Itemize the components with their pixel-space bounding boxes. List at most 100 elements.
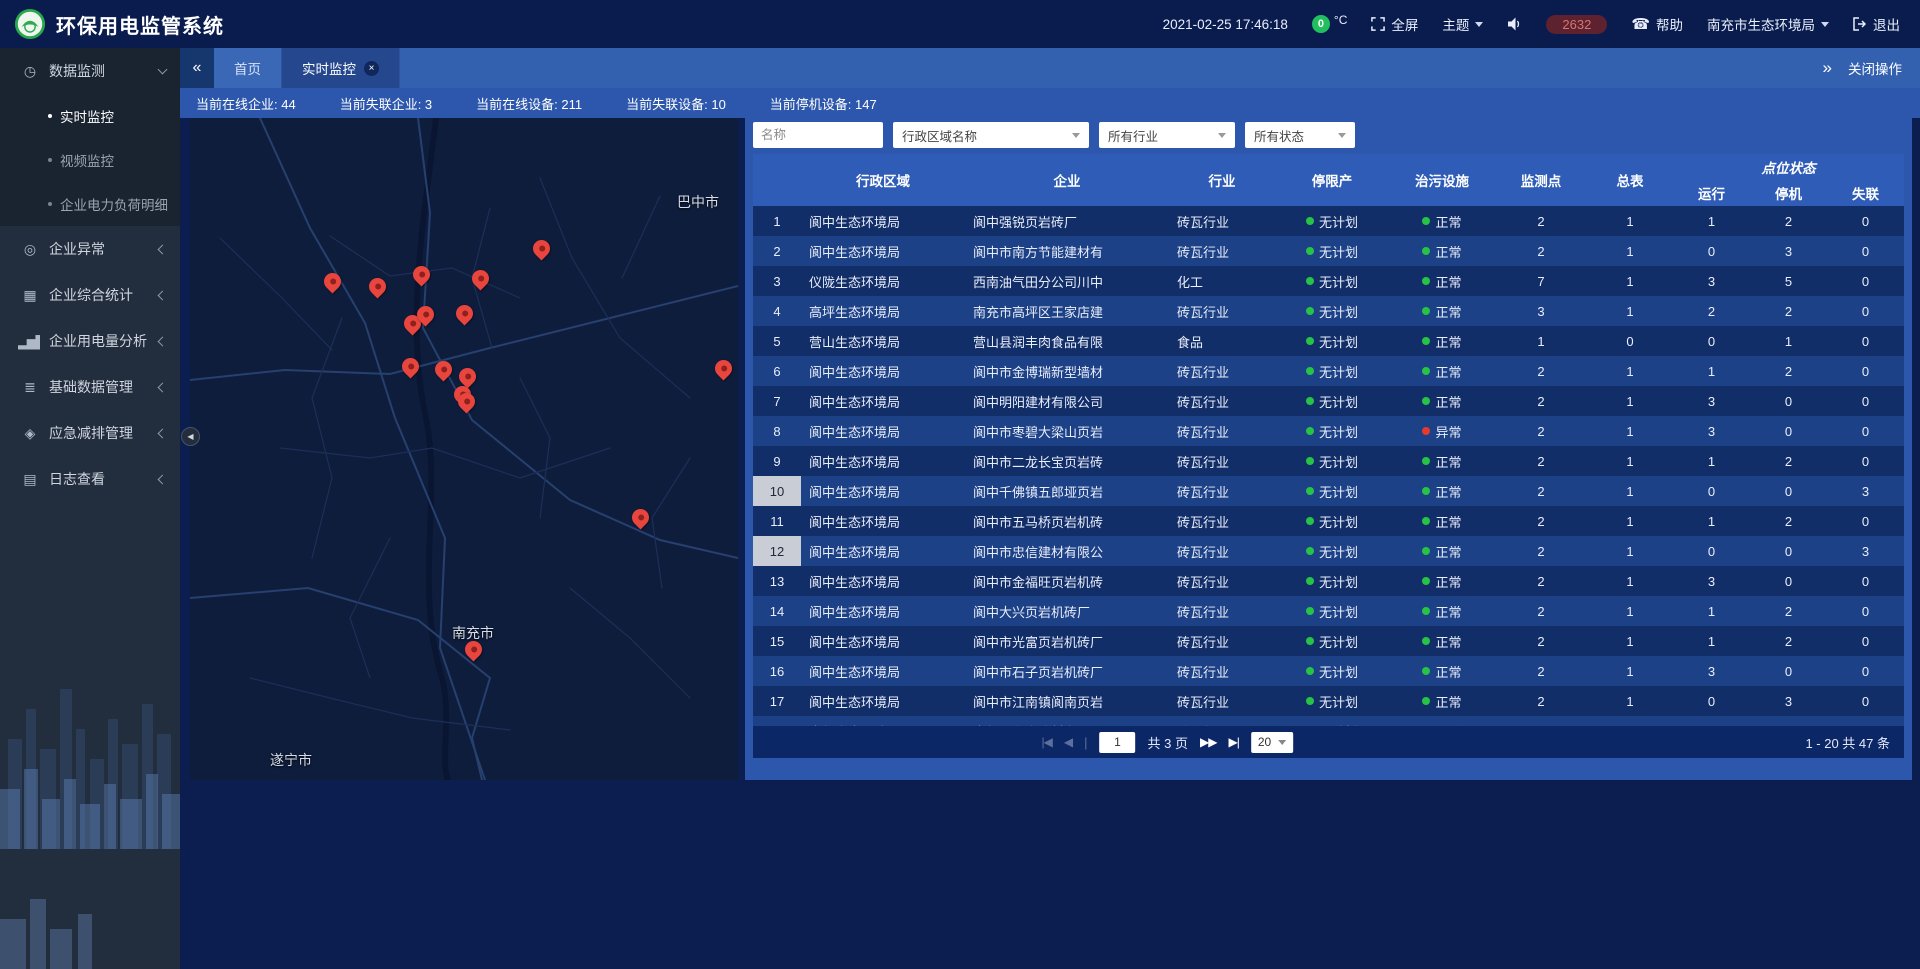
cell-running: 2 bbox=[1673, 296, 1750, 326]
fullscreen-button[interactable]: 全屏 bbox=[1371, 14, 1418, 34]
cell-offline: 0 bbox=[1827, 296, 1904, 326]
prev-page-button[interactable]: ◀ bbox=[1064, 735, 1072, 749]
cell-offline: 3 bbox=[1827, 536, 1904, 566]
table-row-15[interactable]: 15阆中生态环境局阆中市光富页岩机砖厂砖瓦行业无计划正常21120 bbox=[753, 626, 1904, 656]
tab-home[interactable]: 首页 bbox=[214, 48, 282, 88]
cell-industry: 砖瓦行业 bbox=[1169, 446, 1275, 476]
page-size-select[interactable]: 20 bbox=[1251, 732, 1293, 753]
theme-dropdown[interactable]: 主题 bbox=[1442, 14, 1483, 34]
bullet-icon bbox=[48, 158, 52, 162]
sidebar: ◷数据监测实时监控视频监控企业电力负荷明细◎企业异常▦企业综合统计▂▅▇企业用电… bbox=[0, 48, 180, 969]
cell-company: 阆中大兴页岩机砖厂 bbox=[965, 596, 1169, 626]
cell-industry: 砖瓦行业 bbox=[1169, 386, 1275, 416]
sidebar-item-5[interactable]: ◈应急减排管理 bbox=[0, 410, 180, 456]
cell-running: 3 bbox=[1673, 416, 1750, 446]
cell-limit: 无计划 bbox=[1275, 716, 1389, 726]
fullscreen-label: 全屏 bbox=[1391, 14, 1418, 34]
first-page-button[interactable]: |◀ bbox=[1042, 735, 1052, 749]
org-dropdown[interactable]: 南充市生态环境局 bbox=[1707, 14, 1829, 34]
last-page-button[interactable]: ▶| bbox=[1228, 735, 1238, 749]
cell-company: 阆中市二龙长宝页岩砖 bbox=[965, 446, 1169, 476]
table-row-14[interactable]: 14阆中生态环境局阆中大兴页岩机砖厂砖瓦行业无计划正常21120 bbox=[753, 596, 1904, 626]
table-row-4[interactable]: 4高坪生态环境局南充市高坪区王家店建砖瓦行业无计划正常31220 bbox=[753, 296, 1904, 326]
top-header: 环保用电监管系统 2021-02-25 17:46:18 0 °C 全屏 主题 bbox=[0, 0, 1920, 48]
sidebar-subitem-0-2[interactable]: 企业电力负荷明细 bbox=[0, 182, 180, 226]
sidebar-item-6[interactable]: ▤日志查看 bbox=[0, 456, 180, 502]
cell-stopped: 0 bbox=[1750, 476, 1827, 506]
cell-running: 1 bbox=[1673, 206, 1750, 236]
cell-company: 南充市高坪区王家店建 bbox=[965, 296, 1169, 326]
help-button[interactable]: ☎ 帮助 bbox=[1631, 14, 1683, 34]
alarm-count-badge[interactable]: 2632 bbox=[1546, 15, 1607, 34]
cell-points: 2 bbox=[1495, 626, 1587, 656]
chevron-down-icon bbox=[1475, 22, 1483, 27]
table-row-9[interactable]: 9阆中生态环境局阆中市二龙长宝页岩砖砖瓦行业无计划正常21120 bbox=[753, 446, 1904, 476]
header-points: 监测点 bbox=[1495, 154, 1587, 206]
industry-filter-select[interactable]: 所有行业 bbox=[1099, 122, 1235, 148]
table-row-16[interactable]: 16阆中生态环境局阆中市石子页岩机砖厂砖瓦行业无计划正常21300 bbox=[753, 656, 1904, 686]
table-row-11[interactable]: 11阆中生态环境局阆中市五马桥页岩机砖砖瓦行业无计划正常21120 bbox=[753, 506, 1904, 536]
cell-industry: 砖瓦行业 bbox=[1169, 356, 1275, 386]
alarm-speaker-button[interactable] bbox=[1507, 17, 1522, 31]
sidebar-item-2[interactable]: ▦企业综合统计 bbox=[0, 272, 180, 318]
page-number-input[interactable] bbox=[1100, 732, 1136, 753]
sidebar-subitem-0-1[interactable]: 视频监控 bbox=[0, 138, 180, 182]
tab-realtime-label: 实时监控 bbox=[302, 58, 356, 78]
row-index: 1 bbox=[753, 206, 801, 236]
cell-points: 2 bbox=[1495, 596, 1587, 626]
status-filter-select[interactable]: 所有状态 bbox=[1245, 122, 1355, 148]
table-row-13[interactable]: 13阆中生态环境局阆中市金福旺页岩机砖砖瓦行业无计划正常21300 bbox=[753, 566, 1904, 596]
sidebar-item-4[interactable]: ≣基础数据管理 bbox=[0, 364, 180, 410]
tab-bar: « 首页 实时监控 × » 关闭操作 bbox=[180, 48, 1920, 88]
region-filter-select[interactable]: 行政区域名称 bbox=[893, 122, 1089, 148]
chevron-down-icon bbox=[158, 64, 168, 74]
cell-region: 阆中生态环境局 bbox=[801, 206, 965, 236]
cell-company: 西南油气田分公司川中 bbox=[965, 266, 1169, 296]
name-filter-input[interactable] bbox=[753, 122, 883, 148]
cell-meter: 0 bbox=[1587, 326, 1673, 356]
status-dot-green bbox=[1306, 307, 1314, 315]
sidebar-item-1[interactable]: ◎企业异常 bbox=[0, 226, 180, 272]
cell-stopped: 3 bbox=[1750, 686, 1827, 716]
status-dot-green bbox=[1306, 457, 1314, 465]
sidebar-item-3[interactable]: ▂▅▇企业用电量分析 bbox=[0, 318, 180, 364]
cell-meter: 1 bbox=[1587, 356, 1673, 386]
cell-running: 0 bbox=[1673, 236, 1750, 266]
cell-running: 1 bbox=[1673, 506, 1750, 536]
cell-company: 阆中市金福旺页岩机砖 bbox=[965, 566, 1169, 596]
cell-offline: 0 bbox=[1827, 446, 1904, 476]
tabs-scroll-right-button[interactable]: » bbox=[1823, 58, 1832, 78]
table-row-10[interactable]: 10阆中生态环境局阆中千佛镇五郎垭页岩砖瓦行业无计划正常21003 bbox=[753, 476, 1904, 506]
row-index: 7 bbox=[753, 386, 801, 416]
cell-offline: 0 bbox=[1827, 326, 1904, 356]
cell-stopped: 3 bbox=[1750, 236, 1827, 266]
logout-icon bbox=[1853, 17, 1867, 31]
collapse-map-button[interactable]: ◀ bbox=[181, 427, 200, 446]
table-row-2[interactable]: 2阆中生态环境局阆中市南方节能建材有砖瓦行业无计划正常21030 bbox=[753, 236, 1904, 266]
sidebar-item-label: 应急减排管理 bbox=[49, 423, 159, 443]
table-row-3[interactable]: 3仪陇生态环境局西南油气田分公司川中化工无计划正常71350 bbox=[753, 266, 1904, 296]
table-row-7[interactable]: 7阆中生态环境局阆中明阳建材有限公司砖瓦行业无计划正常21300 bbox=[753, 386, 1904, 416]
table-row-17[interactable]: 17阆中生态环境局阆中市江南镇阆南页岩砖瓦行业无计划正常21030 bbox=[753, 686, 1904, 716]
sidebar-subitem-0-0[interactable]: 实时监控 bbox=[0, 94, 180, 138]
close-operations-button[interactable]: 关闭操作 bbox=[1848, 58, 1902, 78]
table-row-12[interactable]: 12阆中生态环境局阆中市忠信建材有限公砖瓦行业无计划正常21003 bbox=[753, 536, 1904, 566]
tabs-scroll-left-button[interactable]: « bbox=[180, 48, 214, 88]
logout-button[interactable]: 退出 bbox=[1853, 14, 1900, 34]
tab-close-icon[interactable]: × bbox=[364, 61, 379, 76]
status-dot-green bbox=[1422, 607, 1430, 615]
tab-realtime-monitor[interactable]: 实时监控 × bbox=[282, 48, 400, 88]
chevron-left-icon bbox=[158, 382, 168, 392]
next-page-button[interactable]: ▶▶ bbox=[1200, 735, 1216, 749]
table-row-6[interactable]: 6阆中生态环境局阆中市金博瑞新型墙材砖瓦行业无计划正常21120 bbox=[753, 356, 1904, 386]
table-row-5[interactable]: 5营山生态环境局营山县润丰肉食品有限食品无计划正常10010 bbox=[753, 326, 1904, 356]
table-row-1[interactable]: 1阆中生态环境局阆中强锐页岩砖厂砖瓦行业无计划正常21120 bbox=[753, 206, 1904, 236]
cell-meter: 1 bbox=[1587, 236, 1673, 266]
map-panel[interactable]: 巴中市南充市遂宁市 bbox=[190, 118, 738, 780]
cell-limit: 无计划 bbox=[1275, 536, 1389, 566]
table-row-8[interactable]: 8阆中生态环境局阆中市枣碧大梁山页岩砖瓦行业无计划异常21300 bbox=[753, 416, 1904, 446]
gauge-icon: ◷ bbox=[18, 63, 40, 80]
table-row-18[interactable]: 18南部生态环境局南部县东方建材有限公砖瓦行业无计划正常21030 bbox=[753, 716, 1904, 726]
sidebar-group-6: ▤日志查看 bbox=[0, 456, 180, 502]
sidebar-item-0[interactable]: ◷数据监测 bbox=[0, 48, 180, 94]
